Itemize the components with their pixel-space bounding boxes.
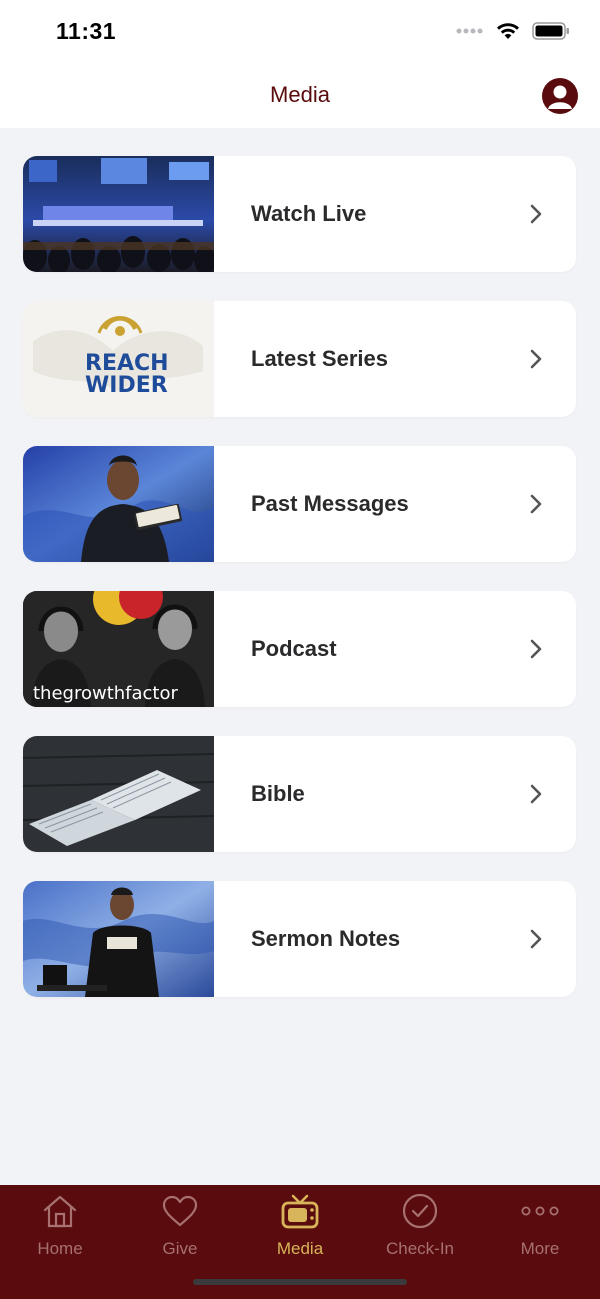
battery-icon: [532, 22, 569, 40]
chevron-right-icon: [516, 484, 556, 524]
media-item-label: Sermon Notes: [251, 926, 401, 951]
tab-label: Give: [162, 1239, 198, 1258]
media-item-label: Podcast: [251, 636, 337, 661]
tab-label: Check-In: [385, 1239, 455, 1258]
user-avatar-icon: [548, 85, 572, 109]
sermon-notes-thumbnail: [23, 881, 214, 997]
tv-icon: [280, 1191, 320, 1231]
more-dots-icon: [520, 1191, 560, 1231]
profile-button[interactable]: [542, 78, 578, 114]
home-icon: [40, 1191, 80, 1231]
media-item-bible[interactable]: Bible: [23, 736, 576, 852]
media-list: Watch Live REACH WIDER Latest Series Pas…: [23, 156, 576, 1026]
media-item-label: Latest Series: [251, 346, 388, 371]
tab-label: Home: [37, 1239, 83, 1258]
series-title-line2: WIDER: [85, 373, 168, 398]
status-icons: [456, 22, 570, 40]
tab-more[interactable]: More: [480, 1191, 600, 1271]
podcast-thumbnail: thegrowthfactor: [23, 591, 214, 707]
podcast-brand-text: thegrowthfactor: [33, 683, 178, 704]
media-item-sermon-notes[interactable]: Sermon Notes: [23, 881, 576, 997]
past-messages-thumbnail: [23, 446, 214, 562]
tab-media[interactable]: Media: [240, 1191, 360, 1271]
heart-icon: [160, 1191, 200, 1231]
status-time: 11:31: [56, 18, 117, 44]
media-item-label: Past Messages: [251, 491, 409, 516]
tab-check-in[interactable]: Check-In: [360, 1191, 480, 1271]
chevron-right-icon: [516, 194, 556, 234]
chevron-right-icon: [516, 629, 556, 669]
cellular-signal-icon: [456, 28, 483, 34]
tab-label: More: [520, 1239, 560, 1258]
chevron-right-icon: [516, 919, 556, 959]
home-indicator: [193, 1279, 407, 1285]
watch-live-thumbnail: [23, 156, 214, 272]
chevron-right-icon: [516, 339, 556, 379]
tab-home[interactable]: Home: [0, 1191, 120, 1271]
media-item-latest-series[interactable]: REACH WIDER Latest Series: [23, 301, 576, 417]
media-item-past-messages[interactable]: Past Messages: [23, 446, 576, 562]
media-item-watch-live[interactable]: Watch Live: [23, 156, 576, 272]
tab-label: Media: [276, 1239, 324, 1258]
media-item-podcast[interactable]: thegrowthfactor Podcast: [23, 591, 576, 707]
chevron-right-icon: [516, 774, 556, 814]
check-circle-icon: [400, 1191, 440, 1231]
latest-series-thumbnail: REACH WIDER: [23, 301, 214, 417]
bible-thumbnail: [23, 736, 214, 852]
page-title: Media: [270, 82, 330, 107]
status-bar: 11:31: [0, 0, 600, 66]
media-item-label: Watch Live: [251, 201, 367, 226]
navigation-bar: Media: [0, 66, 600, 128]
tab-give[interactable]: Give: [120, 1191, 240, 1271]
wifi-icon: [497, 23, 519, 39]
media-item-label: Bible: [251, 781, 305, 806]
